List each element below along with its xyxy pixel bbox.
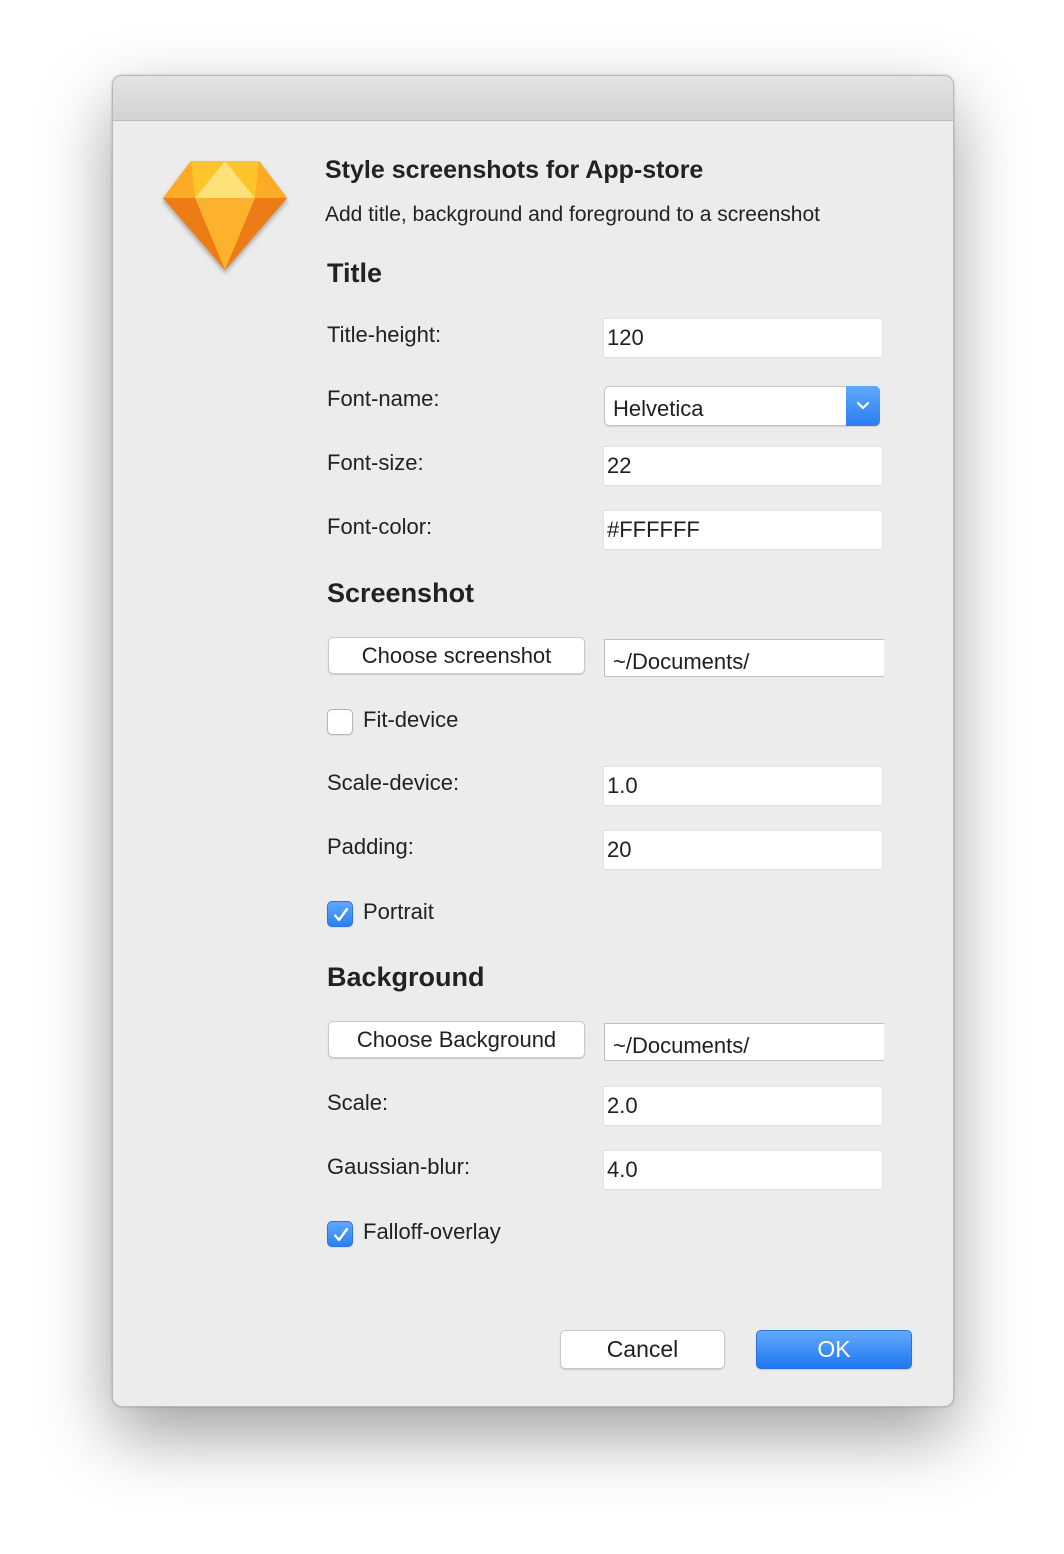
section-title-screenshot: Screenshot: [327, 578, 475, 608]
chevron-down-icon[interactable]: [846, 386, 880, 426]
fit-device-checkbox[interactable]: [327, 709, 353, 735]
padding-label: Padding:: [327, 834, 414, 859]
title-height-field[interactable]: 120: [603, 318, 883, 358]
ok-button[interactable]: OK: [756, 1330, 912, 1369]
font-color-field[interactable]: #FFFFFF: [603, 510, 883, 550]
gaussian-blur-label: Gaussian-blur:: [327, 1154, 471, 1179]
padding-field[interactable]: 20: [603, 830, 883, 870]
choose-screenshot-button[interactable]: Choose screenshot: [328, 637, 585, 674]
falloff-overlay-label: Falloff-overlay: [363, 1219, 501, 1244]
sketch-diamond-icon: [161, 158, 289, 280]
scale-device-label: Scale-device:: [327, 770, 460, 795]
cancel-button[interactable]: Cancel: [560, 1330, 725, 1369]
section-title-background: Background: [327, 962, 485, 992]
font-name-label: Font-name:: [327, 386, 440, 411]
fit-device-label: Fit-device: [363, 707, 459, 732]
falloff-overlay-checkbox[interactable]: [327, 1221, 353, 1247]
font-size-field[interactable]: 22: [603, 446, 883, 486]
portrait-checkbox[interactable]: [327, 901, 353, 927]
font-name-value: Helvetica: [613, 396, 704, 421]
scale-device-field[interactable]: 1.0: [603, 766, 883, 806]
scale-field[interactable]: 2.0: [603, 1086, 883, 1126]
title-height-label: Title-height:: [327, 322, 442, 347]
checkmark-icon: [333, 1227, 349, 1242]
font-name-select[interactable]: Helvetica: [604, 386, 880, 426]
title-bar[interactable]: [113, 76, 953, 121]
scale-label: Scale:: [327, 1090, 389, 1115]
screenshot-path-field[interactable]: ~/Documents/: [604, 639, 884, 677]
checkmark-icon: [333, 907, 349, 922]
portrait-label: Portrait: [363, 899, 434, 924]
font-color-label: Font-color:: [327, 514, 433, 539]
dialog-subheading: Add title, background and foreground to …: [325, 203, 820, 226]
gaussian-blur-field[interactable]: 4.0: [603, 1150, 883, 1190]
background-path-field[interactable]: ~/Documents/: [604, 1023, 884, 1061]
dialog-window: Style screenshots for App-store Add titl…: [112, 75, 954, 1407]
font-size-label: Font-size:: [327, 450, 424, 475]
section-title-title: Title: [327, 258, 383, 288]
choose-background-button[interactable]: Choose Background: [328, 1021, 585, 1058]
dialog-heading: Style screenshots for App-store: [325, 156, 704, 184]
